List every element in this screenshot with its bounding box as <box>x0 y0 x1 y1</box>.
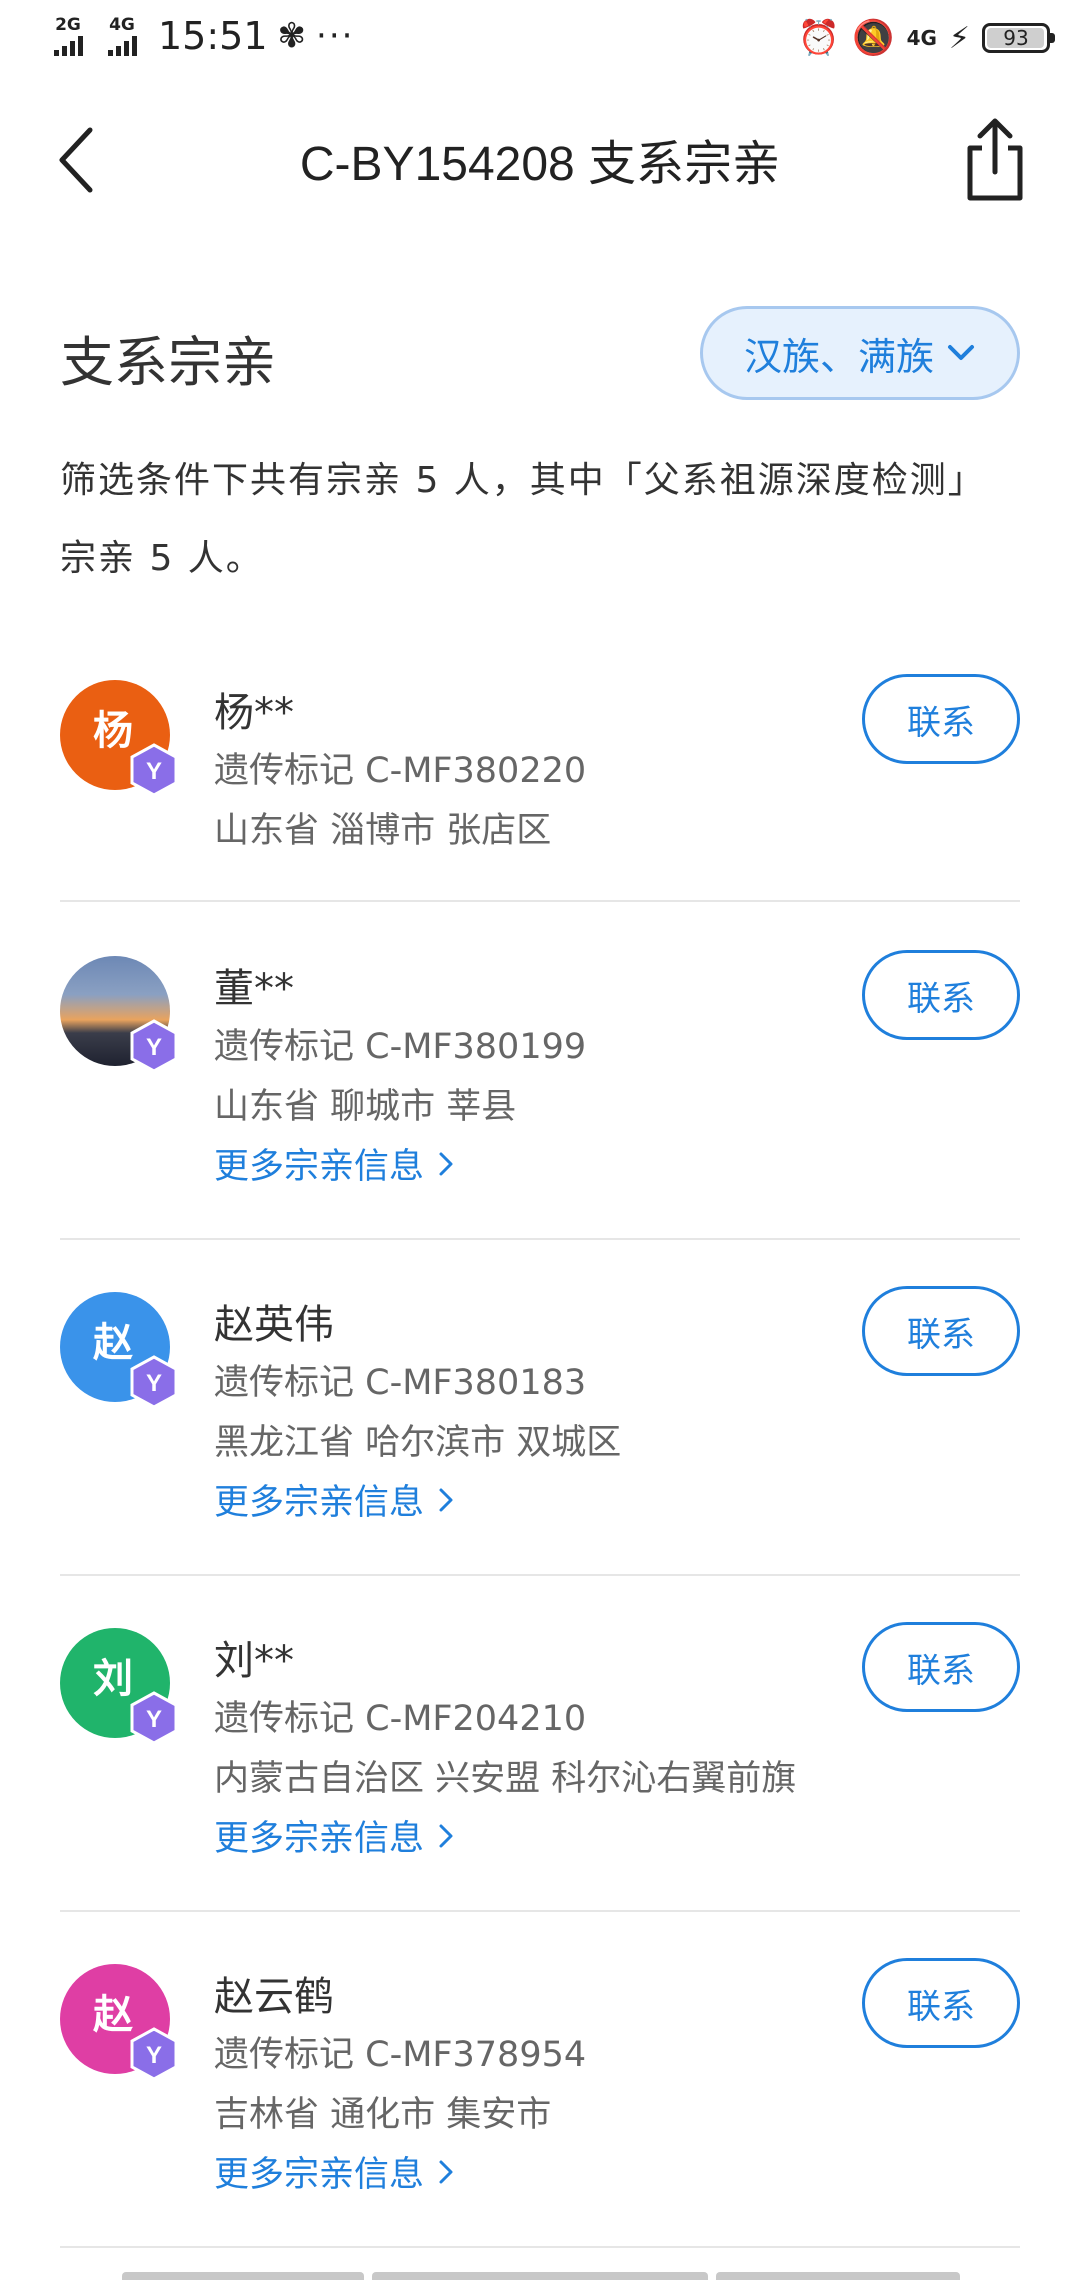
data-4g-icon: 4G <box>906 26 937 50</box>
chevron-down-icon <box>948 345 974 360</box>
signal-2g-icon: 2G <box>46 16 90 56</box>
divider <box>60 1574 1020 1576</box>
chevron-right-icon <box>439 1152 453 1175</box>
share-icon <box>967 118 1023 201</box>
genetic-marker: 遗传标记 C-MF380220 <box>214 751 587 791</box>
svg-text:Y: Y <box>146 1370 162 1397</box>
page-title: C-BY154208 支系宗亲 <box>299 138 781 191</box>
more-link-label: 更多宗亲信息 <box>214 1819 425 1859</box>
more-relative-info-link[interactable]: 更多宗亲信息 <box>214 1474 454 1525</box>
divider <box>60 2246 1020 2248</box>
more-link-label: 更多宗亲信息 <box>214 1147 425 1187</box>
genetic-marker: 遗传标记 C-MF380199 <box>214 1027 587 1067</box>
status-time: 15:51 <box>158 14 268 58</box>
battery-icon: 93 <box>982 23 1055 53</box>
contact-button[interactable]: 联系 <box>862 674 1020 764</box>
app-header: C-BY154208 支系宗亲 <box>0 84 1080 234</box>
relative-name: 董** <box>214 966 294 1012</box>
y-dna-badge-icon: Y <box>130 743 178 797</box>
back-button[interactable] <box>50 120 110 200</box>
filter-label: 汉族、满族 <box>743 334 934 379</box>
y-dna-badge-icon: Y <box>130 2027 178 2081</box>
genetic-marker: 遗传标记 C-MF378954 <box>214 2035 587 2075</box>
genetic-marker: 遗传标记 C-MF380183 <box>214 1363 587 1403</box>
contact-button[interactable]: 联系 <box>862 1622 1020 1712</box>
svg-text:Y: Y <box>146 1034 162 1061</box>
more-relative-info-link[interactable]: 更多宗亲信息 <box>214 1810 454 1861</box>
relative-name: 赵英伟 <box>214 1302 334 1348</box>
relative-location: 黑龙江省 哈尔滨市 双城区 <box>214 1423 622 1463</box>
genetic-marker: 遗传标记 C-MF204210 <box>214 1699 587 1739</box>
relative-name: 刘** <box>214 1638 294 1684</box>
y-dna-badge-icon: Y <box>130 1691 178 1745</box>
status-bar: 2G 4G 15:51 ✾ ··· ⏰ 🔕 4G ⚡ 93 <box>0 0 1080 84</box>
relative-location: 山东省 聊城市 莘县 <box>214 1087 517 1127</box>
relative-name: 杨** <box>214 690 294 736</box>
more-notifications-icon: ··· <box>316 16 355 56</box>
svg-text:Y: Y <box>146 2042 162 2069</box>
battery-level: 93 <box>1003 26 1029 50</box>
y-dna-badge-icon: Y <box>130 1019 178 1073</box>
contact-button[interactable]: 联系 <box>862 1286 1020 1376</box>
contact-button[interactable]: 联系 <box>862 950 1020 1040</box>
divider <box>60 1238 1020 1240</box>
charging-icon: ⚡ <box>948 20 970 56</box>
svg-text:Y: Y <box>146 1706 162 1733</box>
relative-location: 吉林省 通化市 集安市 <box>214 2095 552 2135</box>
chevron-right-icon <box>439 1488 453 1511</box>
signal-4g-icon: 4G <box>100 16 144 56</box>
alarm-icon: ⏰ <box>797 18 841 58</box>
chevron-right-icon <box>439 2160 453 2183</box>
svg-text:Y: Y <box>146 758 162 785</box>
y-dna-badge-icon: Y <box>130 1355 178 1409</box>
contact-button[interactable]: 联系 <box>862 1958 1020 2048</box>
section-title: 支系宗亲 <box>60 331 276 394</box>
summary-text: 筛选条件下共有宗亲 5 人，其中「父系祖源深度检测」宗亲 5 人。 <box>60 460 986 579</box>
more-relative-info-link[interactable]: 更多宗亲信息 <box>214 2146 454 2197</box>
share-button[interactable] <box>960 114 1030 204</box>
more-relative-info-link[interactable]: 更多宗亲信息 <box>214 1138 454 1189</box>
divider <box>60 900 1020 902</box>
fan-icon: ✾ <box>277 16 307 56</box>
bottom-tabs-hint <box>0 2268 1080 2280</box>
chevron-right-icon <box>439 1824 453 1847</box>
relative-name: 赵云鹤 <box>214 1974 334 2020</box>
relative-location: 内蒙古自治区 兴安盟 科尔沁右翼前旗 <box>214 1759 797 1799</box>
back-arrow-icon <box>59 127 93 193</box>
mute-bell-icon: 🔕 <box>852 18 895 58</box>
relative-location: 山东省 淄博市 张店区 <box>214 811 552 851</box>
ethnicity-filter-button[interactable]: 汉族、满族 <box>700 306 1020 400</box>
more-link-label: 更多宗亲信息 <box>214 1483 425 1523</box>
divider <box>60 1910 1020 1912</box>
more-link-label: 更多宗亲信息 <box>214 2155 425 2195</box>
